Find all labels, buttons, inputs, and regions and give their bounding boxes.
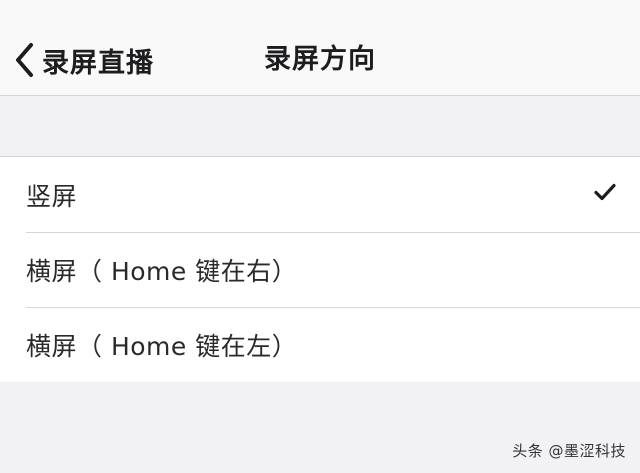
watermark-text: 头条 @墨涩科技 [512, 442, 626, 460]
navigation-bar: 录屏直播 录屏方向 [0, 0, 640, 96]
chevron-left-icon [14, 42, 34, 78]
option-label: 竖屏 [26, 181, 78, 211]
back-button-label: 录屏直播 [42, 47, 154, 79]
option-landscape-home-left[interactable]: 横屏（ Home 键在左） [0, 307, 640, 382]
orientation-option-list: 竖屏 横屏（ Home 键在右） 横屏（ Home 键在左） [0, 156, 640, 383]
option-label: 横屏（ Home 键在左） [26, 331, 298, 361]
option-label: 横屏（ Home 键在右） [26, 256, 298, 286]
option-landscape-home-right[interactable]: 横屏（ Home 键在右） [0, 232, 640, 307]
section-spacer [0, 96, 640, 156]
option-portrait[interactable]: 竖屏 [0, 157, 640, 232]
back-button[interactable]: 录屏直播 [14, 38, 154, 82]
checkmark-icon [594, 183, 616, 205]
